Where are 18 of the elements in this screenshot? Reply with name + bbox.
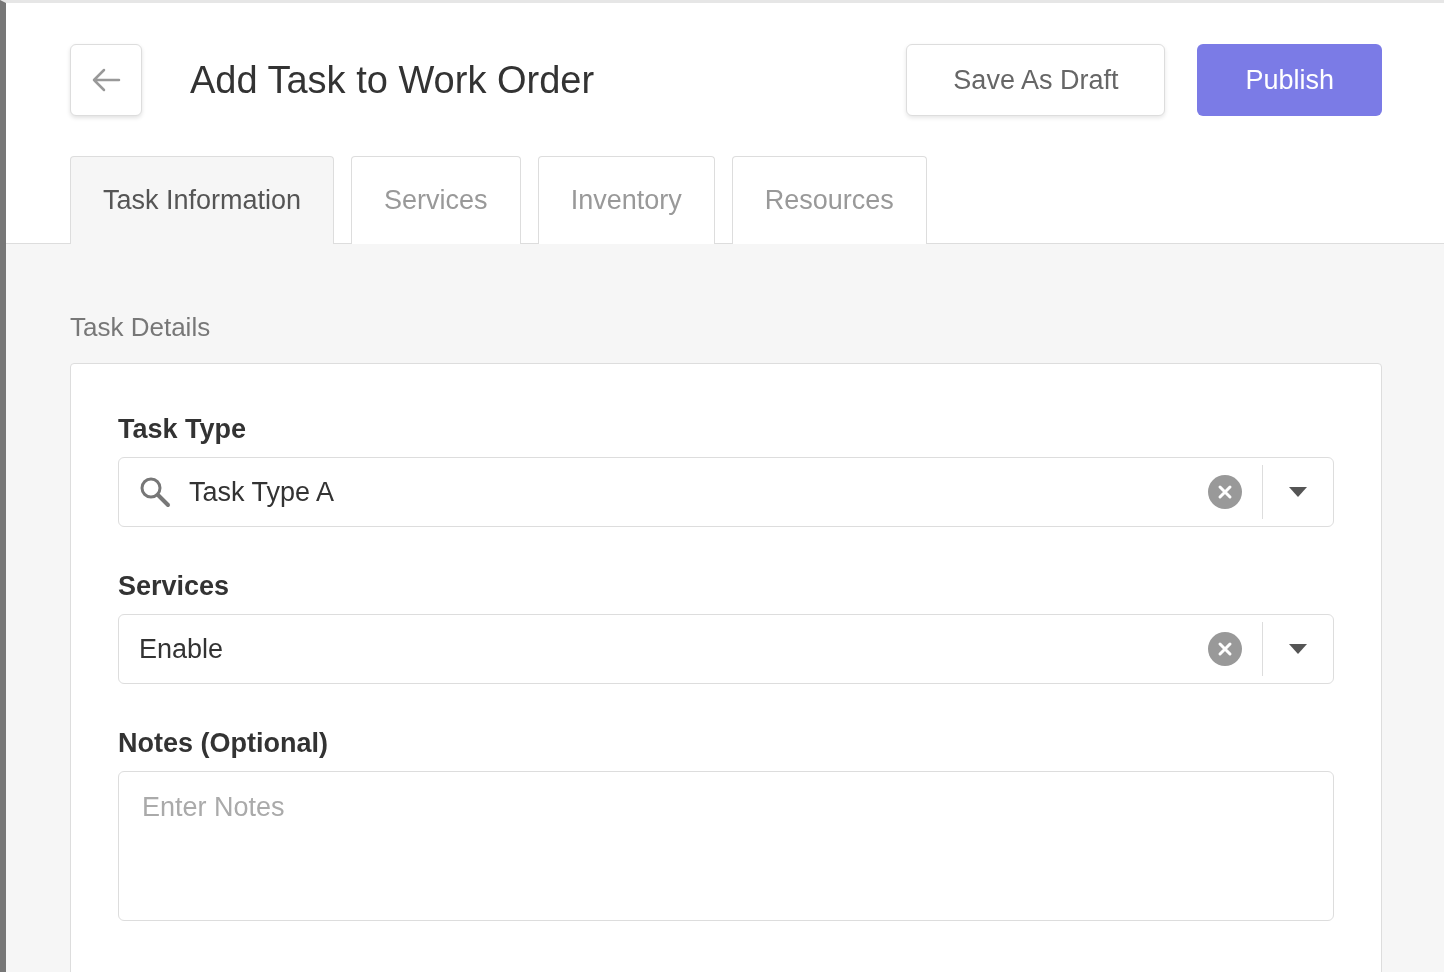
notes-field[interactable]: Enter Notes: [118, 771, 1334, 921]
field-label: Task Type: [118, 414, 248, 445]
back-arrow-icon: [91, 68, 121, 92]
field-label: Services: [118, 571, 231, 602]
field-label: Notes (Optional): [118, 728, 329, 759]
page-title: Add Task to Work Order: [190, 58, 596, 102]
select-field[interactable]: Enable: [118, 614, 1334, 684]
back-button[interactable]: [70, 44, 142, 116]
caret-icon[interactable]: [1289, 644, 1307, 654]
save-draft-button[interactable]: Save As Draft: [906, 44, 1166, 116]
publish-button[interactable]: Publish: [1197, 44, 1382, 116]
clear-icon[interactable]: [1208, 632, 1242, 666]
search-icon: [139, 476, 171, 508]
tab[interactable]: Task Information: [70, 156, 335, 244]
select-field[interactable]: Task Type A: [118, 457, 1334, 527]
clear-icon[interactable]: [1208, 475, 1242, 509]
caret-icon[interactable]: [1289, 487, 1307, 497]
section-title: Task Details: [70, 312, 212, 343]
